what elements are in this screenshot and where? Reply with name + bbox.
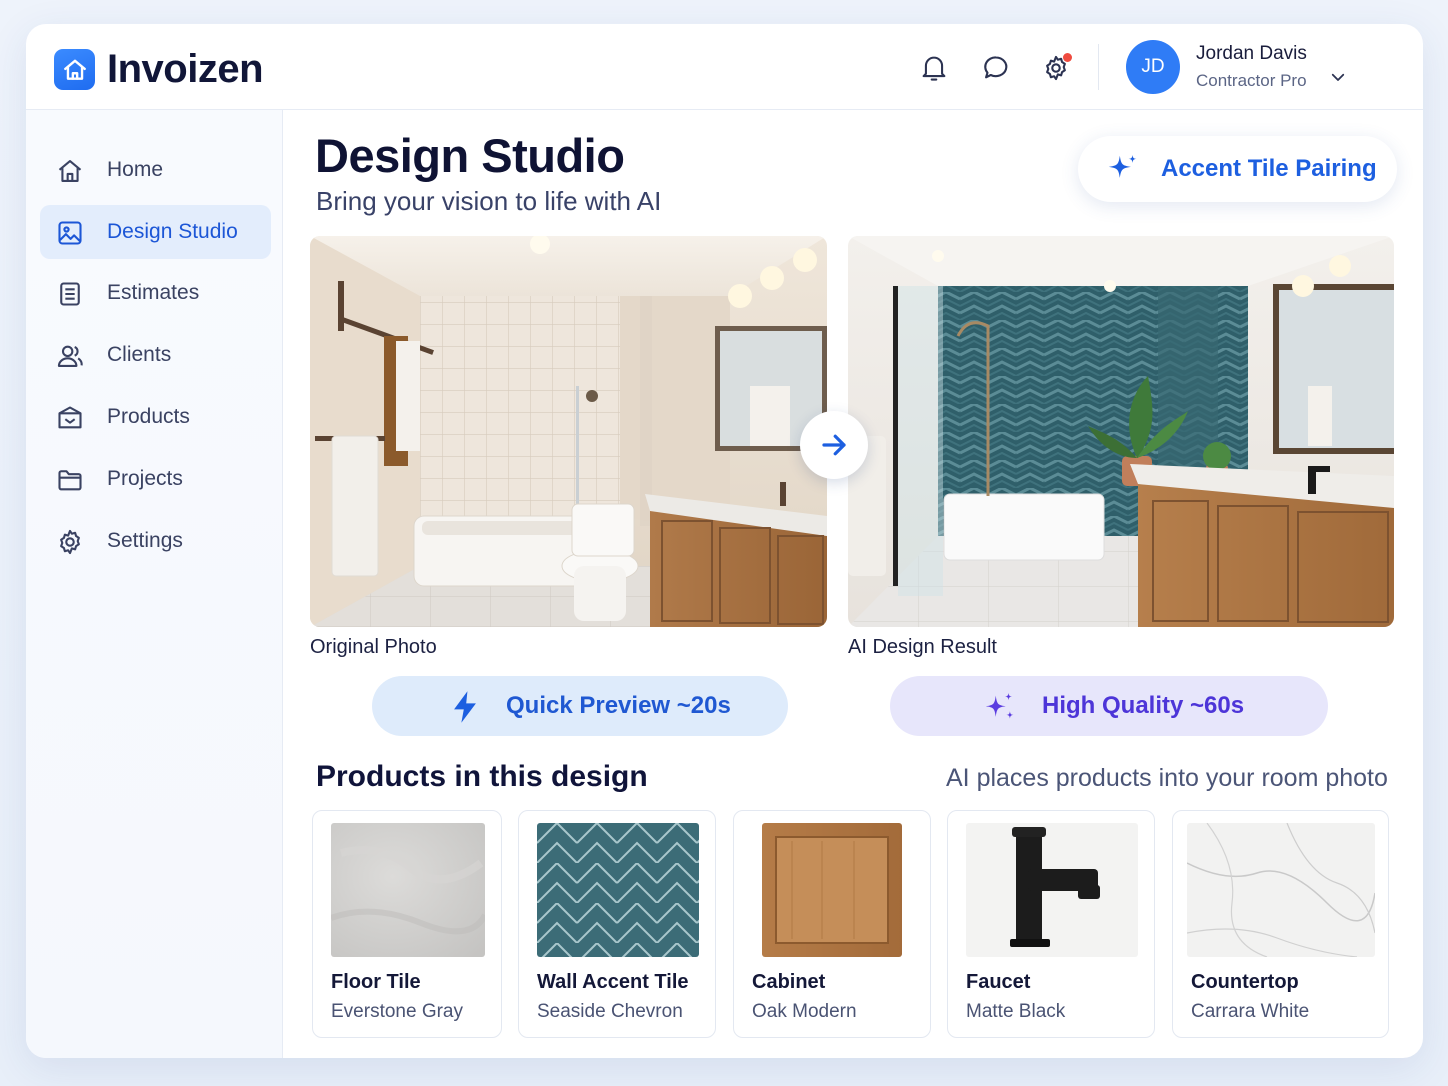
product-variant: Carrara White [1191, 1001, 1310, 1022]
box-icon [58, 406, 82, 429]
app-window: Invoizen JD Jordan Davis Contractor Pro [26, 24, 1423, 1058]
avatar: JD [1126, 40, 1180, 94]
header-divider [1098, 44, 1099, 90]
lightning-icon [454, 691, 476, 723]
sidebar-item-label: Home [107, 158, 164, 181]
sidebar-item-label: Settings [107, 529, 183, 552]
gear-icon [60, 529, 80, 555]
product-name: Cabinet [752, 971, 826, 993]
quick-preview-label: Quick Preview ~20s [506, 692, 731, 719]
original-photo[interactable] [310, 236, 827, 627]
bell-icon[interactable] [918, 52, 950, 84]
app-logo[interactable]: Invoizen [54, 47, 264, 92]
floor-tile-swatch [331, 823, 485, 957]
house-logo-icon [54, 49, 95, 90]
sidebar-item-clients[interactable]: Clients [40, 328, 271, 382]
folder-icon [58, 470, 82, 491]
sidebar-item-projects[interactable]: Projects [40, 452, 271, 506]
product-card-countertop[interactable]: Countertop Carrara White [1172, 810, 1389, 1038]
product-card-wall-accent-tile[interactable]: Wall Accent Tile Seaside Chevron [518, 810, 716, 1038]
product-variant: Matte Black [966, 1001, 1066, 1022]
app-name: Invoizen [107, 47, 264, 91]
notification-dot [1063, 53, 1072, 62]
top-header: Invoizen JD Jordan Davis Contractor Pro [26, 24, 1423, 110]
original-bathroom-image [310, 236, 827, 627]
settings-notification-button[interactable] [1040, 52, 1072, 84]
sidebar-item-home[interactable]: Home [40, 143, 271, 197]
product-card-floor-tile[interactable]: Floor Tile Everstone Gray [312, 810, 502, 1038]
sidebar: Home Design Studio Estimates Clients Pro… [26, 110, 283, 1058]
faucet-swatch [966, 823, 1138, 957]
ai-result-photo[interactable] [848, 236, 1394, 627]
users-icon [57, 345, 83, 367]
accent-tile-pairing-button[interactable]: Accent Tile Pairing [1078, 136, 1397, 202]
sparkles-icon [985, 692, 1014, 719]
user-info: Jordan Davis Contractor Pro [1196, 43, 1307, 91]
sidebar-item-label: Clients [107, 343, 172, 366]
ai-bathroom-image [848, 236, 1394, 627]
sidebar-item-label: Projects [107, 467, 183, 490]
products-section-note: AI places products into your room photo [946, 764, 1388, 792]
user-menu[interactable]: JD Jordan Davis Contractor Pro [1126, 40, 1345, 94]
document-icon [60, 282, 80, 306]
product-name: Floor Tile [331, 971, 421, 993]
ai-result-caption: AI Design Result [848, 636, 997, 658]
sidebar-item-settings[interactable]: Settings [40, 514, 271, 568]
image-icon [58, 221, 82, 245]
accent-tile-pairing-label: Accent Tile Pairing [1161, 155, 1377, 182]
cabinet-swatch [762, 823, 902, 957]
page-title: Design Studio [315, 129, 625, 182]
product-card-cabinet[interactable]: Cabinet Oak Modern [733, 810, 931, 1038]
sidebar-item-estimates[interactable]: Estimates [40, 266, 271, 320]
sidebar-item-label: Design Studio [107, 220, 238, 243]
quick-preview-button[interactable]: Quick Preview ~20s [372, 676, 788, 736]
home-icon [58, 160, 82, 182]
sidebar-item-label: Estimates [107, 281, 200, 304]
high-quality-label: High Quality ~60s [1042, 692, 1245, 719]
product-name: Countertop [1191, 971, 1299, 993]
arrow-right-icon [822, 434, 846, 456]
user-name: Jordan Davis [1196, 43, 1307, 64]
user-role: Contractor Pro [1196, 71, 1307, 90]
sparkle-icon [1108, 154, 1137, 178]
wall-accent-tile-swatch [537, 823, 699, 957]
sidebar-item-design-studio[interactable]: Design Studio [40, 205, 271, 259]
product-name: Faucet [966, 971, 1031, 993]
page-subtitle: Bring your vision to life with AI [316, 186, 662, 216]
product-variant: Seaside Chevron [537, 1001, 683, 1022]
product-card-faucet[interactable]: Faucet Matte Black [947, 810, 1155, 1038]
chevron-down-icon [1331, 73, 1345, 81]
sidebar-item-label: Products [107, 405, 190, 428]
countertop-swatch [1187, 823, 1375, 957]
product-variant: Oak Modern [752, 1001, 857, 1022]
sidebar-item-products[interactable]: Products [40, 390, 271, 444]
chat-icon[interactable] [980, 52, 1012, 84]
products-section-title: Products in this design [316, 760, 648, 793]
product-variant: Everstone Gray [331, 1001, 463, 1022]
product-name: Wall Accent Tile [537, 971, 689, 993]
compare-arrow-button[interactable] [800, 411, 868, 479]
original-photo-caption: Original Photo [310, 636, 437, 658]
high-quality-button[interactable]: High Quality ~60s [890, 676, 1328, 736]
